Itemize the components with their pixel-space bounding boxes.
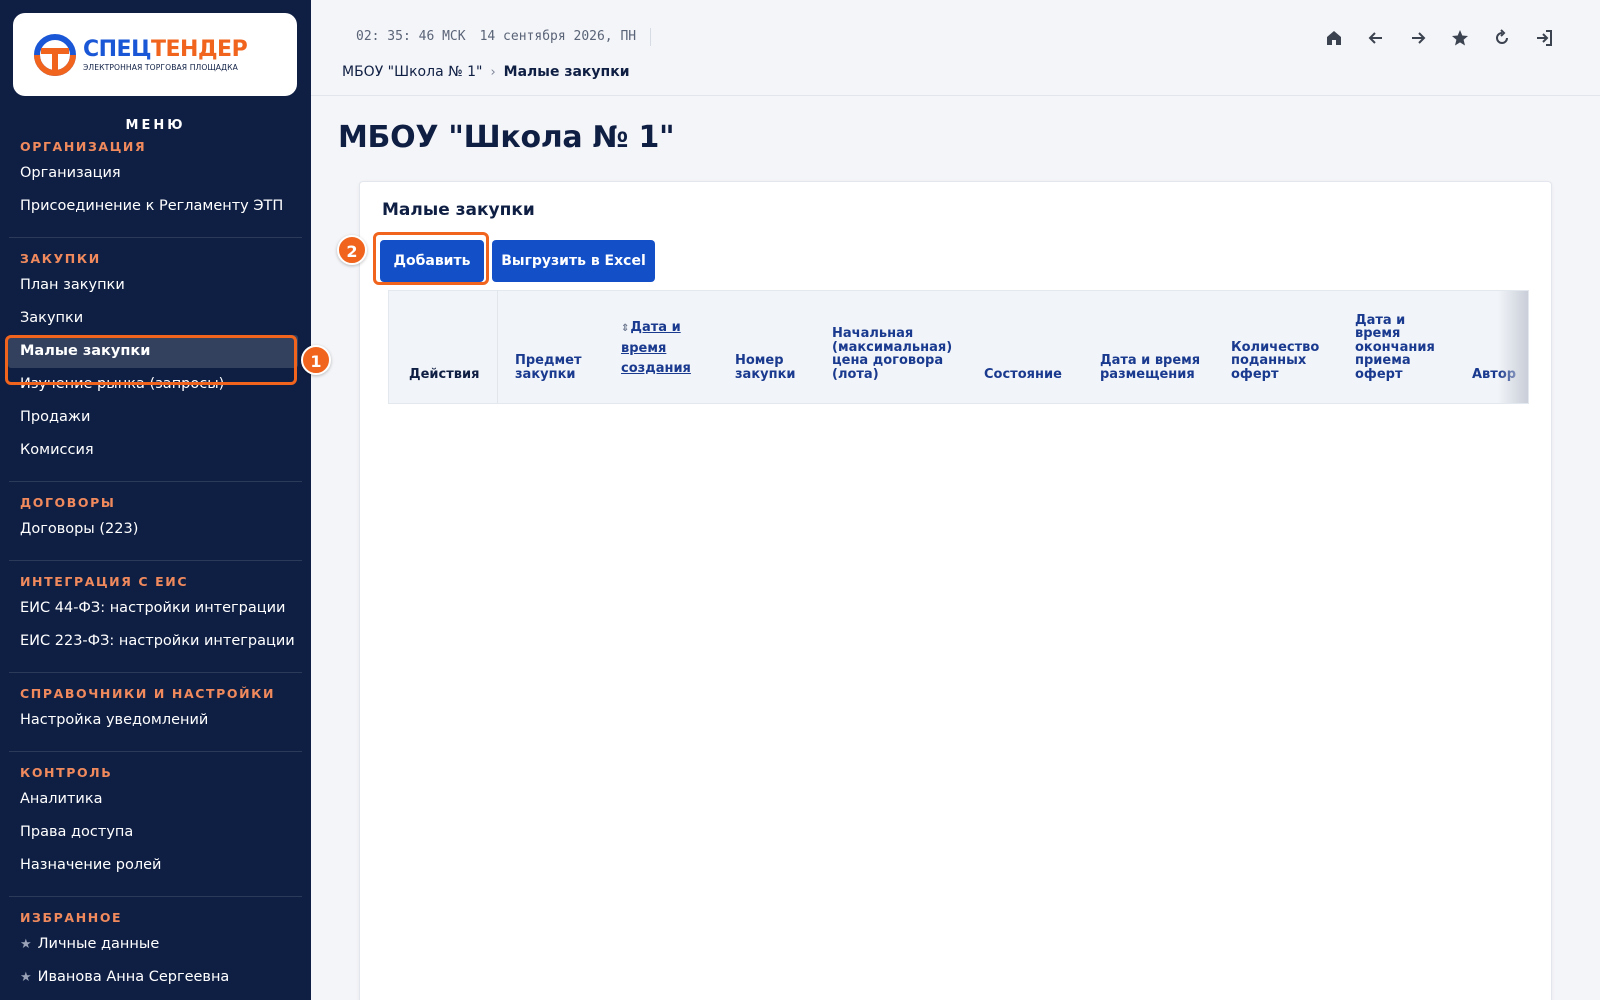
section-title-control: КОНТРОЛЬ xyxy=(20,765,113,780)
arrow-right-icon[interactable] xyxy=(1397,24,1439,52)
col-header-actions: Действия xyxy=(409,366,480,382)
logo[interactable]: СПЕЦТЕНДЕР ЭЛЕКТРОННАЯ ТОРГОВАЯ ПЛОЩАДКА xyxy=(13,13,297,96)
sidebar-item-analytics[interactable]: Аналитика xyxy=(0,783,311,816)
col-header-initial-price[interactable]: Начальная (максимальная) цена договора (… xyxy=(832,327,970,381)
star-icon[interactable] xyxy=(1439,24,1481,52)
export-excel-button[interactable]: Выгрузить в Excel xyxy=(492,240,655,282)
sidebar-item-sales[interactable]: Продажи xyxy=(0,401,311,434)
section-title-settings: СПРАВОЧНИКИ И НАСТРОЙКИ xyxy=(20,686,276,701)
breadcrumb-separator: › xyxy=(490,64,496,80)
sort-icon: ⇕ xyxy=(621,323,630,334)
sidebar-item-purchases[interactable]: Закупки xyxy=(0,302,311,335)
sidebar-item-regulation[interactable]: Присоединение к Регламенту ЭТП xyxy=(0,190,311,223)
section-title-organization: ОРГАНИЗАЦИЯ xyxy=(20,139,147,154)
logo-title: СПЕЦТЕНДЕР xyxy=(83,36,248,62)
sidebar-item-contracts-223[interactable]: Договоры (223) xyxy=(0,513,311,546)
clock: 02: 35: 46 МСК 14 сентября 2026, ПН xyxy=(356,28,652,46)
clock-date: 14 сентября 2026, ПН xyxy=(479,29,637,44)
star-icon: ★ xyxy=(20,937,32,952)
favorite-item-user[interactable]: ★ Иванова Анна Сергеевна xyxy=(0,961,311,994)
menu-title: МЕНЮ xyxy=(125,118,186,133)
sidebar: СПЕЦТЕНДЕР ЭЛЕКТРОННАЯ ТОРГОВАЯ ПЛОЩАДКА… xyxy=(0,0,311,1000)
divider xyxy=(9,237,302,238)
refresh-icon[interactable] xyxy=(1481,24,1523,52)
col-header-created[interactable]: ⇕Дата и время создания xyxy=(621,318,701,379)
favorite-item-label: Личные данные xyxy=(37,936,160,952)
logo-subtitle: ЭЛЕКТРОННАЯ ТОРГОВАЯ ПЛОЩАДКА xyxy=(83,62,238,72)
divider xyxy=(9,672,302,673)
divider xyxy=(9,896,302,897)
purchases-table-header: Действия Предмет закупки ⇕Дата и время с… xyxy=(388,290,1529,404)
divider xyxy=(9,481,302,482)
sidebar-item-access-rights[interactable]: Права доступа xyxy=(0,816,311,849)
breadcrumb-parent[interactable]: МБОУ "Школа № 1" xyxy=(342,64,482,80)
section-title-contracts: ДОГОВОРЫ xyxy=(20,495,116,510)
col-header-offers-deadline[interactable]: Дата и время окончания приема оферт xyxy=(1355,313,1451,382)
sidebar-item-purchase-plan[interactable]: План закупки xyxy=(0,269,311,302)
divider xyxy=(9,560,302,561)
clock-time: 02: 35: 46 МСК xyxy=(356,29,466,44)
sidebar-item-small-purchases[interactable]: Малые закупки xyxy=(8,335,298,368)
breadcrumb: МБОУ "Школа № 1" › Малые закупки xyxy=(342,64,630,80)
sidebar-item-market-research[interactable]: Изучение рынка (запросы) xyxy=(0,368,311,401)
home-icon[interactable] xyxy=(1313,24,1355,52)
arrow-left-icon[interactable] xyxy=(1355,24,1397,52)
section-title-favorites: ИЗБРАННОЕ xyxy=(20,910,123,925)
section-title-eis-integration: ИНТЕГРАЦИЯ С ЕИС xyxy=(20,574,189,589)
sidebar-item-role-assignment[interactable]: Назначение ролей xyxy=(0,849,311,882)
logout-icon[interactable] xyxy=(1523,24,1565,52)
step-badge-2: 2 xyxy=(337,235,367,265)
col-header-subject[interactable]: Предмет закупки xyxy=(515,354,605,381)
sidebar-item-eis-223[interactable]: ЕИС 223-ФЗ: настройки интеграции xyxy=(0,625,311,658)
add-button[interactable]: Добавить xyxy=(380,240,484,282)
topbar: 02: 35: 46 МСК 14 сентября 2026, ПН МБОУ … xyxy=(311,0,1600,96)
sidebar-item-organization[interactable]: Организация xyxy=(0,157,311,190)
card-title: Малые закупки xyxy=(382,200,535,220)
col-header-author[interactable]: Автор xyxy=(1472,367,1516,382)
page-title: МБОУ "Школа № 1" xyxy=(338,120,675,155)
col-header-state[interactable]: Состояние xyxy=(984,367,1062,382)
col-header-number[interactable]: Номер закупки xyxy=(735,354,815,381)
step-badge-1: 1 xyxy=(301,345,331,375)
col-header-offers-count[interactable]: Количество поданных оферт xyxy=(1231,340,1341,382)
divider xyxy=(9,751,302,752)
sidebar-item-notifications[interactable]: Настройка уведомлений xyxy=(0,704,311,737)
favorite-item-label: Иванова Анна Сергеевна xyxy=(37,969,230,985)
breadcrumb-current: Малые закупки xyxy=(503,64,630,80)
top-actions xyxy=(1313,24,1565,52)
section-title-purchases: ЗАКУПКИ xyxy=(20,251,101,266)
favorite-item-personal-data[interactable]: ★ Личные данные xyxy=(0,928,311,961)
logo-mark-icon xyxy=(34,33,76,76)
col-header-published[interactable]: Дата и время размещения xyxy=(1100,354,1210,381)
column-divider xyxy=(497,291,498,403)
small-purchases-card: Малые закупки Добавить Выгрузить в Excel… xyxy=(359,181,1552,1000)
sidebar-item-commission[interactable]: Комиссия xyxy=(0,434,311,467)
star-icon: ★ xyxy=(20,970,32,985)
sidebar-item-eis-44[interactable]: ЕИС 44-ФЗ: настройки интеграции xyxy=(0,592,311,625)
sidebar-nav: ОРГАНИЗАЦИЯ Организация Присоединение к … xyxy=(0,138,311,994)
